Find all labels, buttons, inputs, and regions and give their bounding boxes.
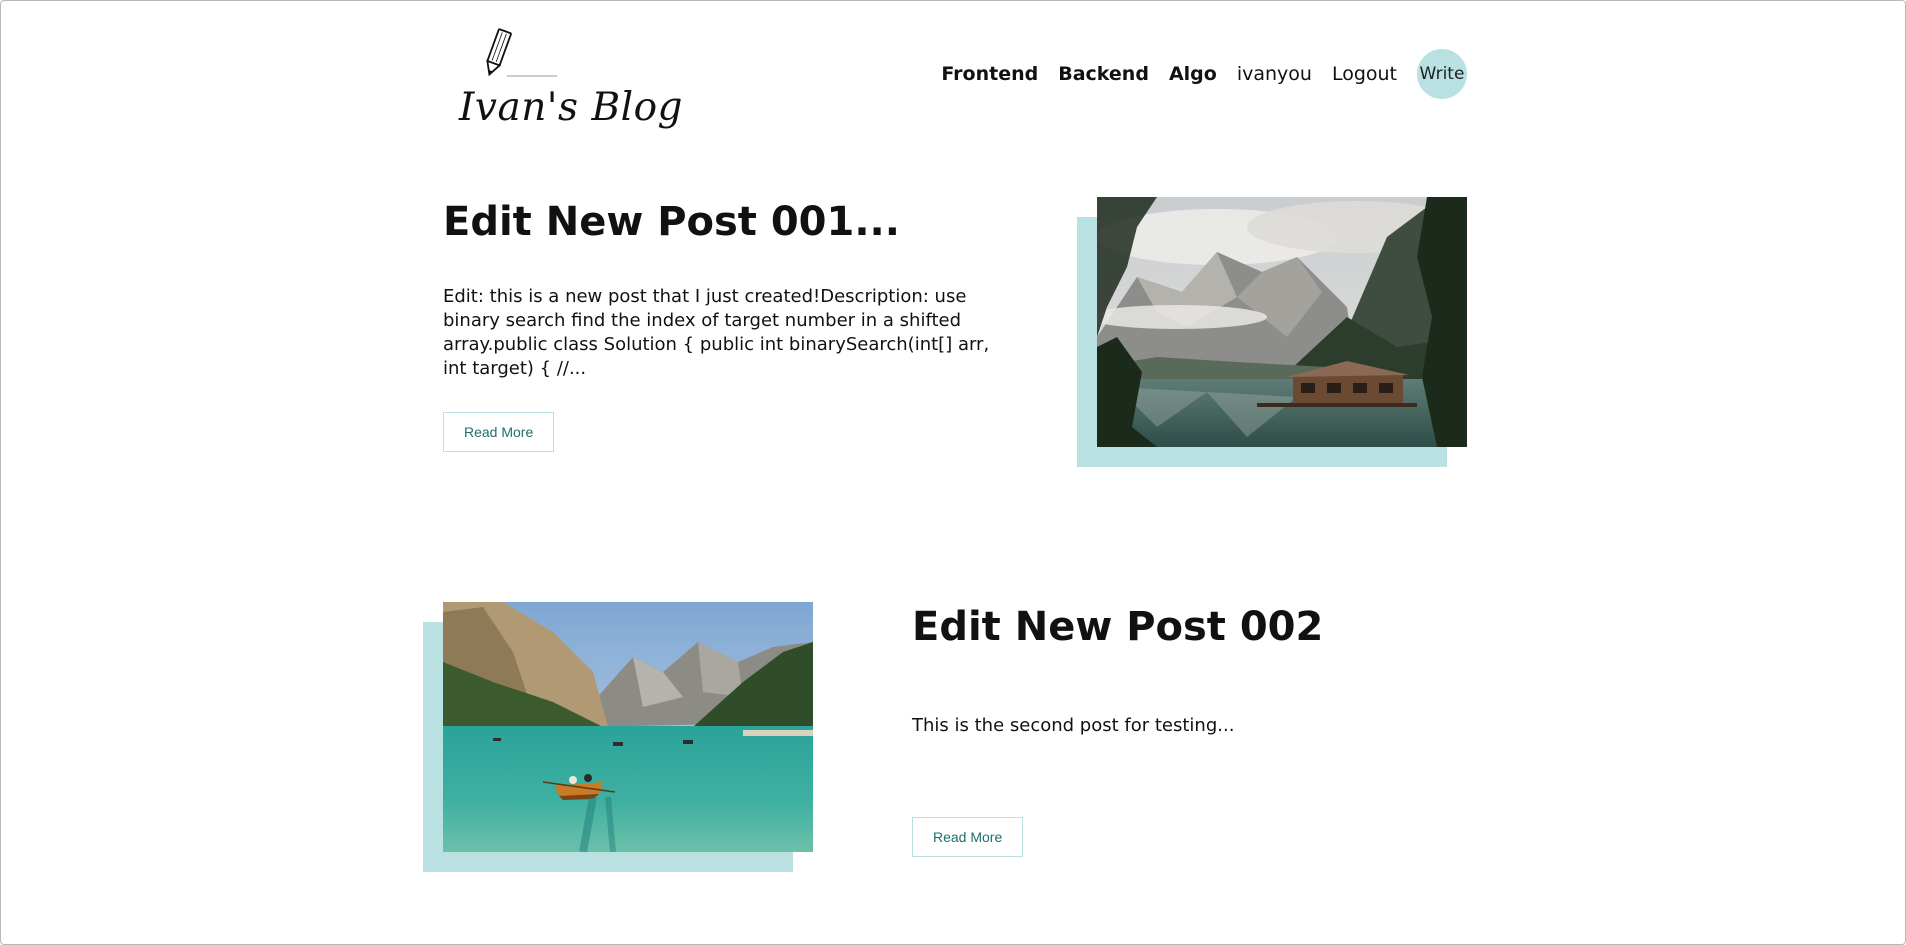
page-container: Ivan's Blog Frontend Backend Algo ivanyo…	[423, 1, 1467, 945]
post-card-1: Edit New Post 001... Edit: this is a new…	[443, 197, 1467, 477]
post-title[interactable]: Edit New Post 002	[912, 604, 1323, 650]
blog-logo[interactable]: Ivan's Blog	[451, 27, 683, 131]
navbar: Ivan's Blog Frontend Backend Algo ivanyo…	[443, 1, 1467, 141]
post-description: Edit: this is a new post that I just cre…	[443, 286, 990, 379]
logo-text: Ivan's Blog	[459, 85, 684, 130]
nav-link-logout[interactable]: Logout	[1332, 63, 1397, 85]
post-image[interactable]	[443, 602, 813, 852]
nav-links: Frontend Backend Algo ivanyou Logout Wri…	[921, 49, 1467, 99]
post-card-2: Edit New Post 002 This is the second pos…	[423, 602, 1467, 882]
nav-link-username[interactable]: ivanyou	[1237, 63, 1312, 85]
post-image[interactable]	[1097, 197, 1467, 447]
mountain-lake-boathouse-image	[1097, 197, 1467, 447]
read-more-button[interactable]: Read More	[912, 817, 1024, 857]
nav-link-algo[interactable]: Algo	[1169, 63, 1217, 85]
post-image-frame	[423, 602, 813, 872]
post-title[interactable]: Edit New Post 001...	[443, 199, 900, 245]
post-image-frame	[1077, 197, 1467, 467]
write-button[interactable]: Write	[1417, 49, 1467, 99]
nav-link-frontend[interactable]: Frontend	[941, 63, 1038, 85]
nav-link-backend[interactable]: Backend	[1058, 63, 1149, 85]
read-more-button[interactable]: Read More	[443, 412, 555, 452]
post-description: This is the second post for testing...	[912, 715, 1235, 736]
turquoise-lake-rowboat-image	[443, 602, 813, 852]
